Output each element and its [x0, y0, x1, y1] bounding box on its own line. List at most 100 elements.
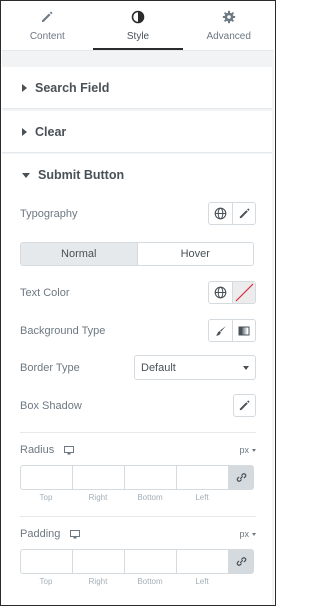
radius-header: Radius px	[20, 443, 256, 457]
padding-field-labels: Top Right Bottom Left	[20, 577, 228, 586]
radius-inputs	[20, 465, 254, 490]
padding-label-group: Padding	[20, 528, 81, 540]
panel-tabs: Content Style Advanced	[2, 2, 274, 50]
box-shadow-row: Box Shadow	[20, 393, 256, 418]
border-type-select[interactable]: Default	[134, 355, 256, 380]
padding-bottom-input[interactable]	[125, 550, 176, 573]
radius-unit-select[interactable]: px	[239, 445, 256, 455]
tab-content[interactable]: Content	[2, 2, 93, 50]
radius-label: Radius	[20, 444, 55, 456]
tab-content-label: Content	[29, 31, 65, 42]
global-typography-button[interactable]	[209, 203, 232, 224]
padding-left-field[interactable]	[176, 549, 228, 574]
radius-left-input[interactable]	[177, 466, 228, 489]
text-color-controls	[208, 281, 256, 304]
typography-controls	[208, 202, 256, 225]
padding-unit-select[interactable]: px	[239, 529, 256, 539]
tab-style-label: Style	[126, 31, 150, 42]
scrollbar[interactable]	[272, 51, 274, 605]
radius-right-input[interactable]	[73, 466, 124, 489]
radius-top-field[interactable]	[20, 465, 72, 490]
half-circle-icon	[131, 10, 145, 24]
caret-right-icon	[22, 127, 27, 136]
section-clear-title: Clear	[35, 124, 67, 139]
border-type-row: Border Type Default	[20, 355, 256, 380]
tab-style[interactable]: Style	[92, 2, 184, 50]
state-hover-tab[interactable]: Hover	[137, 243, 253, 265]
brush-icon	[215, 325, 226, 336]
radius-field-labels: Top Right Bottom Left	[20, 493, 228, 502]
padding-right-label: Right	[88, 577, 108, 586]
padding-top-field[interactable]	[20, 549, 72, 574]
radius-left-field[interactable]	[176, 465, 228, 490]
divider	[20, 432, 256, 433]
padding-left-input[interactable]	[177, 550, 228, 573]
background-classic-button[interactable]	[209, 320, 232, 341]
chevron-down-icon	[252, 448, 256, 452]
globe-icon	[214, 286, 227, 299]
radius-top-label: Top	[39, 493, 53, 502]
padding-header: Padding px	[20, 527, 256, 541]
desktop-icon[interactable]	[64, 445, 75, 455]
padding-inputs	[20, 549, 254, 574]
radius-unit-value: px	[239, 445, 249, 455]
tab-advanced[interactable]: Advanced	[183, 2, 274, 50]
tab-advanced-label: Advanced	[206, 31, 251, 42]
desktop-icon[interactable]	[70, 529, 81, 539]
pencil-icon	[239, 208, 250, 219]
link-icon	[236, 557, 246, 566]
background-gradient-button[interactable]	[232, 320, 255, 341]
padding-label: Padding	[20, 528, 61, 540]
state-toggle: Normal Hover	[20, 242, 254, 266]
divider	[20, 516, 256, 517]
pencil-icon	[42, 11, 53, 22]
no-color-slash-icon	[235, 283, 253, 302]
edit-box-shadow-button[interactable]	[233, 394, 256, 417]
global-color-button[interactable]	[209, 282, 232, 303]
chevron-down-icon	[243, 365, 249, 370]
text-color-label: Text Color	[20, 286, 70, 299]
style-content: Search Field Clear Submit Button Typogra…	[2, 51, 274, 605]
border-type-value: Default	[141, 361, 176, 374]
globe-icon	[214, 207, 227, 220]
padding-top-input[interactable]	[21, 550, 72, 573]
caret-right-icon	[22, 83, 27, 92]
state-normal-tab[interactable]: Normal	[21, 243, 138, 265]
padding-unit-value: px	[239, 529, 249, 539]
radius-right-field[interactable]	[72, 465, 124, 490]
submit-button-panel: Typography Normal Hover Text Color Backg…	[2, 187, 274, 605]
radius-right-label: Right	[88, 493, 108, 502]
text-color-row: Text Color	[20, 280, 256, 305]
pencil-icon	[239, 400, 250, 411]
background-type-label: Background Type	[20, 324, 106, 337]
section-submit-button-title: Submit Button	[38, 168, 125, 182]
padding-bottom-label: Bottom	[137, 577, 163, 586]
color-picker-swatch[interactable]	[232, 282, 255, 303]
radius-link-button[interactable]	[228, 465, 254, 490]
radius-left-label: Left	[195, 493, 209, 502]
padding-bottom-field[interactable]	[124, 549, 176, 574]
radius-bottom-label: Bottom	[137, 493, 163, 502]
padding-right-field[interactable]	[72, 549, 124, 574]
radius-bottom-input[interactable]	[125, 466, 176, 489]
background-type-row: Background Type	[20, 318, 256, 343]
gear-icon	[222, 10, 235, 24]
gradient-icon	[238, 326, 250, 335]
radius-label-group: Radius	[20, 444, 75, 456]
typography-row: Typography	[20, 201, 256, 226]
caret-down-icon	[22, 172, 30, 178]
section-clear[interactable]: Clear	[2, 111, 274, 153]
typography-label: Typography	[20, 207, 78, 220]
background-type-controls	[208, 319, 256, 342]
link-icon	[236, 473, 246, 482]
radius-top-input[interactable]	[21, 466, 72, 489]
section-search-field[interactable]: Search Field	[2, 67, 274, 109]
padding-link-button[interactable]	[228, 549, 254, 574]
radius-bottom-field[interactable]	[124, 465, 176, 490]
padding-top-label: Top	[39, 577, 53, 586]
box-shadow-label: Box Shadow	[20, 399, 82, 412]
edit-typography-button[interactable]	[232, 203, 255, 224]
section-search-field-title: Search Field	[35, 80, 110, 95]
editor-panel: Content Style Advanced Search Field Clea…	[0, 0, 276, 606]
padding-right-input[interactable]	[73, 550, 124, 573]
